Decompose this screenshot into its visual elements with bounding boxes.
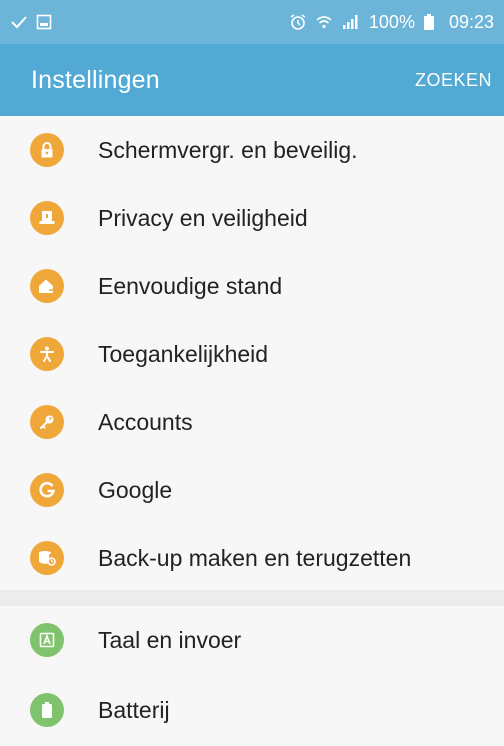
check-icon [10,15,28,29]
settings-item-label: Taal en invoer [98,626,242,653]
clock: 09:23 [448,11,494,32]
battery-icon [423,13,435,31]
settings-item-privacy[interactable]: Privacy en veiligheid [0,184,504,252]
backup-icon [30,541,64,575]
settings-item-label: Google [98,476,173,503]
status-bar: 100% 09:23 [0,0,504,44]
settings-item-label: Toegankelijkheid [98,340,269,367]
settings-item-language[interactable]: Taal en invoer [0,606,504,674]
section-divider [0,590,504,606]
battery-percentage: 100% [368,11,415,32]
settings-group-2: Taal en invoer Batterij [0,606,504,746]
battery-icon [30,693,64,727]
language-icon [30,623,64,657]
privacy-icon [30,201,64,235]
settings-item-label: Schermvergr. en beveilig. [98,136,358,163]
search-button[interactable]: ZOEKEN [415,70,492,91]
settings-item-label: Back-up maken en terugzetten [98,544,412,571]
wifi-icon [315,13,333,31]
accessibility-icon [30,337,64,371]
settings-item-google[interactable]: Google [0,456,504,524]
settings-item-lockscreen[interactable]: Schermvergr. en beveilig. [0,116,504,184]
status-left [10,14,52,30]
google-icon [30,473,64,507]
page-title: Instellingen [31,65,160,94]
lock-icon [30,133,64,167]
alarm-icon [289,13,307,31]
status-right: 100% 09:23 [289,12,494,33]
settings-item-label: Accounts [98,408,193,435]
image-icon [36,14,52,30]
settings-item-easy-mode[interactable]: Eenvoudige stand [0,252,504,320]
settings-group-1: Schermvergr. en beveilig. Privacy en vei… [0,116,504,590]
settings-item-battery[interactable]: Batterij [0,676,504,744]
settings-item-label: Eenvoudige stand [98,272,283,299]
settings-item-accessibility[interactable]: Toegankelijkheid [0,320,504,388]
settings-item-backup[interactable]: Back-up maken en terugzetten [0,524,504,592]
settings-item-label: Privacy en veiligheid [98,204,308,231]
settings-item-accounts[interactable]: Accounts [0,388,504,456]
settings-item-label: Batterij [98,696,170,723]
key-icon [30,405,64,439]
home-icon [30,269,64,303]
app-bar: Instellingen ZOEKEN [0,44,504,116]
signal-icon [341,13,359,31]
